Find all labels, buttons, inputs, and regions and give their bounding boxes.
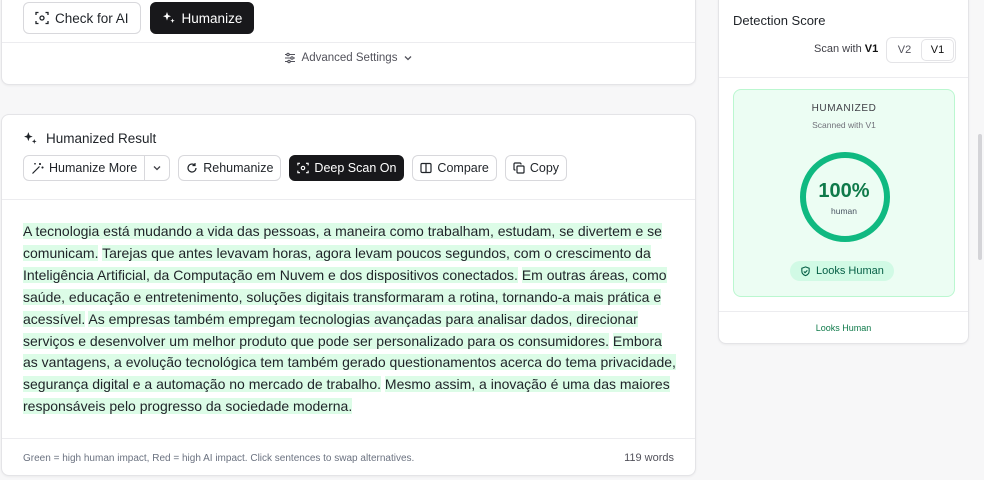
status-label: HUMANIZED	[811, 103, 877, 114]
scan-with-label: Scan with V1	[814, 43, 878, 55]
result-title: Humanized Result	[46, 131, 157, 146]
copy-icon	[513, 162, 525, 174]
scan-with-version: V1	[864, 43, 879, 55]
check-for-ai-button[interactable]: Check for AI	[23, 2, 141, 34]
chevron-down-icon	[153, 166, 161, 171]
result-toolbar: Humanize More Rehumanize Deep Scan On Co…	[23, 155, 568, 181]
status-badge-label: Looks Human	[816, 265, 884, 277]
divider	[719, 77, 968, 78]
deep-scan-button[interactable]: Deep Scan On	[289, 155, 405, 181]
advanced-settings-label: Advanced Settings	[301, 52, 398, 64]
version-option-v1[interactable]: V1	[922, 40, 953, 60]
version-option-v2[interactable]: V2	[889, 40, 920, 60]
compare-label: Compare	[437, 161, 489, 175]
scan-icon	[297, 162, 310, 174]
scanned-with-label: Scanned with V1	[812, 120, 876, 130]
humanize-label: Humanize	[181, 10, 243, 26]
detection-result-panel: HUMANIZED Scanned with V1 100% human Loo…	[733, 89, 955, 297]
refresh-icon	[187, 163, 197, 173]
humanize-button[interactable]: Humanize	[149, 2, 255, 34]
scrollbar[interactable]	[978, 134, 982, 260]
sparkles-icon	[162, 12, 175, 23]
copy-label: Copy	[529, 161, 560, 175]
humanize-more-split-button: Humanize More	[23, 155, 171, 181]
divider	[2, 199, 695, 200]
detection-score-card: Detection Score Scan with V1 V2 V1 HUMAN…	[718, 0, 969, 344]
humanize-more-dropdown[interactable]	[145, 155, 171, 181]
score-percent: 100%	[818, 180, 870, 202]
detection-footer-label: Looks Human	[815, 323, 872, 333]
humanize-input-card: Check for AI Humanize Advanced Settings	[1, 0, 696, 85]
humanize-more-button[interactable]: Humanize More	[23, 155, 146, 181]
humanized-text: A tecnologia está mudando a vida das pes…	[23, 221, 678, 418]
advanced-settings-toggle[interactable]: Advanced Settings	[2, 52, 695, 64]
deep-scan-label: Deep Scan On	[314, 161, 397, 175]
result-header: Humanized Result	[23, 131, 156, 146]
sentence[interactable]: As empresas também empregam tecnologias …	[23, 310, 638, 349]
scan-icon	[35, 11, 49, 25]
divider	[719, 311, 968, 312]
wand-icon	[32, 162, 44, 174]
highlight-legend: Green = high human impact, Red = high AI…	[23, 453, 415, 464]
detection-title: Detection Score	[733, 13, 826, 28]
humanize-more-label: Humanize More	[49, 161, 138, 175]
humanized-result-card: Humanized Result Humanize More Rehumaniz…	[1, 114, 696, 476]
status-badge: Looks Human	[790, 261, 894, 281]
rehumanize-button[interactable]: Rehumanize	[178, 155, 282, 181]
word-count: 119 words	[624, 452, 674, 464]
divider	[2, 42, 695, 43]
scan-with-prefix: Scan with	[814, 43, 862, 55]
copy-button[interactable]: Copy	[504, 155, 568, 181]
shield-check-icon	[801, 265, 810, 276]
sparkles-icon	[24, 132, 37, 144]
chevron-down-icon	[404, 56, 412, 61]
divider	[2, 438, 695, 439]
compare-button[interactable]: Compare	[412, 155, 497, 181]
columns-icon	[420, 162, 433, 174]
sliders-icon	[284, 52, 295, 64]
check-for-ai-label: Check for AI	[55, 10, 129, 26]
score-subtitle: human	[831, 206, 857, 216]
version-toggle: V2 V1	[886, 37, 956, 63]
rehumanize-label: Rehumanize	[203, 161, 274, 175]
